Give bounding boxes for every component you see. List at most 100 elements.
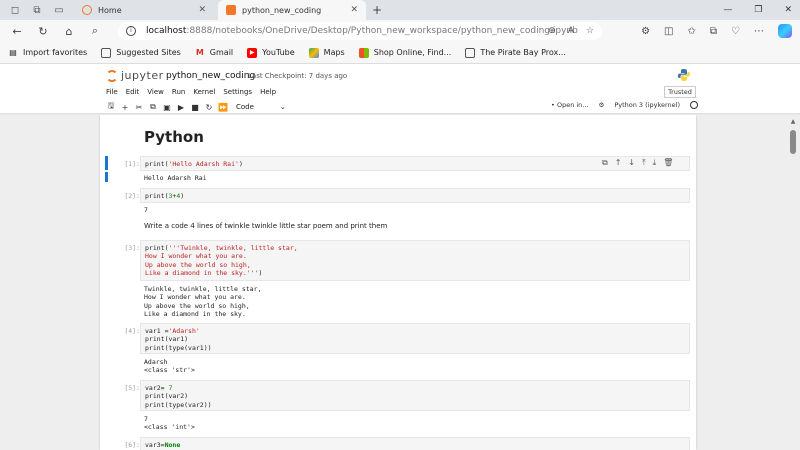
code-cell-4[interactable]: var1 ='Adarsh' print(var1) print(type(va…	[140, 323, 690, 354]
menu-settings[interactable]: Settings	[223, 88, 252, 96]
cell-prompt: [2]:	[124, 192, 140, 200]
site-info-icon[interactable]: i	[126, 26, 136, 36]
last-checkpoint: Last Checkpoint: 7 days ago	[248, 72, 348, 80]
home-icon[interactable]: ⌂	[60, 22, 78, 40]
read-aloud-icon[interactable]: A	[568, 26, 574, 36]
string-literal: '''Twinkle, twinkle, little star, How I …	[145, 244, 298, 277]
save-icon[interactable]: 🖫	[104, 100, 118, 114]
code-cell-5[interactable]: var2= 7 print(var2) print(type(var2))	[140, 380, 690, 411]
run-icon[interactable]: ▶	[174, 103, 188, 112]
bookmark-import-favorites[interactable]: ▤ Import favorites	[8, 48, 87, 58]
jupyter-logo[interactable]: jupyter	[106, 69, 164, 82]
duplicate-cell-icon[interactable]: ⧉	[602, 158, 608, 168]
profile-icon[interactable]: ◻	[8, 3, 22, 17]
notebook-name[interactable]: python_new_coding	[166, 71, 255, 81]
youtube-icon: ▶	[247, 47, 258, 58]
close-icon[interactable]: ✕	[198, 5, 206, 15]
cell-output: Adarsh <class 'str'>	[144, 358, 195, 375]
cell-output: Twinkle, twinkle, little star, How I won…	[144, 285, 262, 318]
close-window-icon[interactable]: ✕	[784, 5, 792, 15]
menu-help[interactable]: Help	[260, 88, 276, 96]
bookmark-label: Gmail	[209, 48, 234, 57]
bookmark-suggested-sites[interactable]: Suggested Sites	[101, 47, 181, 58]
menu-run[interactable]: Run	[172, 88, 185, 96]
more-icon[interactable]: ⋯	[754, 26, 764, 37]
refresh-icon[interactable]: ↻	[34, 22, 52, 40]
move-down-icon[interactable]: ↓	[628, 158, 635, 168]
menu-view[interactable]: View	[147, 88, 164, 96]
kernel-area: • Open in... ⚙ Python 3 (ipykernel)	[551, 101, 698, 109]
cell-prompt: [5]:	[124, 384, 140, 392]
search-icon[interactable]: ⌕	[86, 22, 104, 40]
split-screen-icon[interactable]: ◫	[664, 26, 673, 37]
paste-icon[interactable]: ▣	[160, 103, 174, 112]
cell-prompt: [3]:	[124, 244, 140, 252]
cell-prompt: [6]:	[124, 441, 140, 449]
menu-file[interactable]: File	[106, 88, 118, 96]
notebook-tab-favicon-icon	[226, 5, 236, 15]
insert-below-icon[interactable]: ⤓	[653, 158, 657, 168]
open-in-button[interactable]: • Open in...	[551, 101, 588, 109]
minimize-icon[interactable]: —	[723, 5, 732, 15]
scroll-up-icon[interactable]: ▲	[790, 118, 796, 125]
browser-tab-strip: ◻ ⧉ ▭ Home ✕ python_new_coding ✕ + — ❐ ✕	[0, 0, 800, 20]
code-cell-2[interactable]: print(3+4)	[140, 188, 690, 203]
collections-icon[interactable]: ⧉	[710, 26, 717, 37]
jupyter-wordmark: jupyter	[121, 69, 164, 82]
tab-actions-icon[interactable]: ▭	[52, 3, 66, 17]
folder-icon: ▤	[9, 48, 17, 57]
favorites-icon[interactable]: ✩	[688, 26, 696, 37]
scrollbar-thumb[interactable]	[790, 130, 796, 154]
bookmark-maps[interactable]: Maps	[308, 47, 345, 58]
browser-toolbar-right: ⚙ ◫ ✩ ⧉ ♡ ⋯	[641, 20, 792, 42]
tab-label: python_new_coding	[242, 5, 322, 15]
copilot-icon[interactable]	[778, 24, 792, 38]
bookmark-pirate-bay[interactable]: The Pirate Bay Prox...	[465, 47, 566, 58]
tab-home[interactable]: Home ✕	[74, 0, 214, 20]
code-cell-3[interactable]: print('''Twinkle, twinkle, little star, …	[140, 240, 690, 281]
stop-icon[interactable]: ■	[188, 103, 202, 112]
gmail-icon: M	[195, 48, 204, 57]
back-icon[interactable]: ←	[8, 22, 26, 40]
bookmark-gmail[interactable]: M Gmail	[195, 48, 233, 58]
insert-above-icon[interactable]: ⤒	[642, 158, 646, 168]
close-icon[interactable]: ✕	[350, 5, 358, 15]
output-selection-bar[interactable]	[105, 172, 108, 182]
maximize-icon[interactable]: ❐	[754, 5, 762, 15]
cell-prompt: [1]:	[124, 160, 140, 168]
workspaces-icon[interactable]: ⧉	[30, 3, 44, 17]
kernel-name[interactable]: Python 3 (ipykernel)	[614, 101, 680, 109]
markdown-cell[interactable]: Write a code 4 lines of twinkle twinkle …	[144, 222, 387, 230]
tab-python-new-coding[interactable]: python_new_coding ✕	[218, 0, 366, 20]
extensions-icon[interactable]: ⚙	[641, 26, 650, 37]
menu-kernel[interactable]: Kernel	[193, 88, 215, 96]
copy-icon[interactable]: ⧉	[146, 102, 160, 112]
zoom-icon[interactable]: ⊕	[548, 26, 556, 36]
bookmarks-bar: ▤ Import favorites Suggested Sites M Gmail…	[0, 42, 800, 64]
number-literal: 7	[168, 384, 173, 392]
bookmark-shop-online[interactable]: Shop Online, Find...	[358, 47, 452, 58]
bookmark-label: Shop Online, Find...	[373, 48, 452, 57]
bookmark-youtube[interactable]: ▶ YouTube	[247, 47, 295, 58]
cell-selection-bar[interactable]	[105, 156, 108, 170]
scrollbar[interactable]: ▲	[790, 118, 796, 448]
browser-essentials-icon[interactable]: ♡	[731, 26, 740, 37]
url-path: :8888/notebooks/OneDrive/Desktop/Python_…	[186, 26, 578, 36]
address-bar-actions: ⊕ A ☆	[548, 26, 594, 36]
move-up-icon[interactable]: ↑	[615, 158, 622, 168]
code-cell-6[interactable]: var3=None	[140, 437, 690, 450]
insert-cell-icon[interactable]: +	[118, 103, 132, 112]
cut-icon[interactable]: ✂	[132, 103, 146, 112]
cell-type-select[interactable]: Code ⌄	[236, 103, 286, 111]
delete-cell-icon[interactable]: 🗑	[663, 158, 673, 168]
address-bar[interactable]: i localhost:8888/notebooks/OneDrive/Desk…	[118, 22, 602, 40]
favorite-star-icon[interactable]: ☆	[586, 26, 594, 36]
restart-icon[interactable]: ↻	[202, 103, 216, 112]
restart-run-all-icon[interactable]: ⏩	[216, 103, 230, 112]
menu-bar: File Edit View Run Kernel Settings Help	[106, 88, 276, 96]
gear-icon[interactable]: ⚙	[599, 101, 605, 109]
trusted-indicator[interactable]: Trusted	[664, 86, 696, 98]
new-tab-button[interactable]: +	[372, 3, 382, 17]
menu-edit[interactable]: Edit	[126, 88, 140, 96]
string-literal: 'Hello Adarsh Rai'	[168, 160, 239, 168]
